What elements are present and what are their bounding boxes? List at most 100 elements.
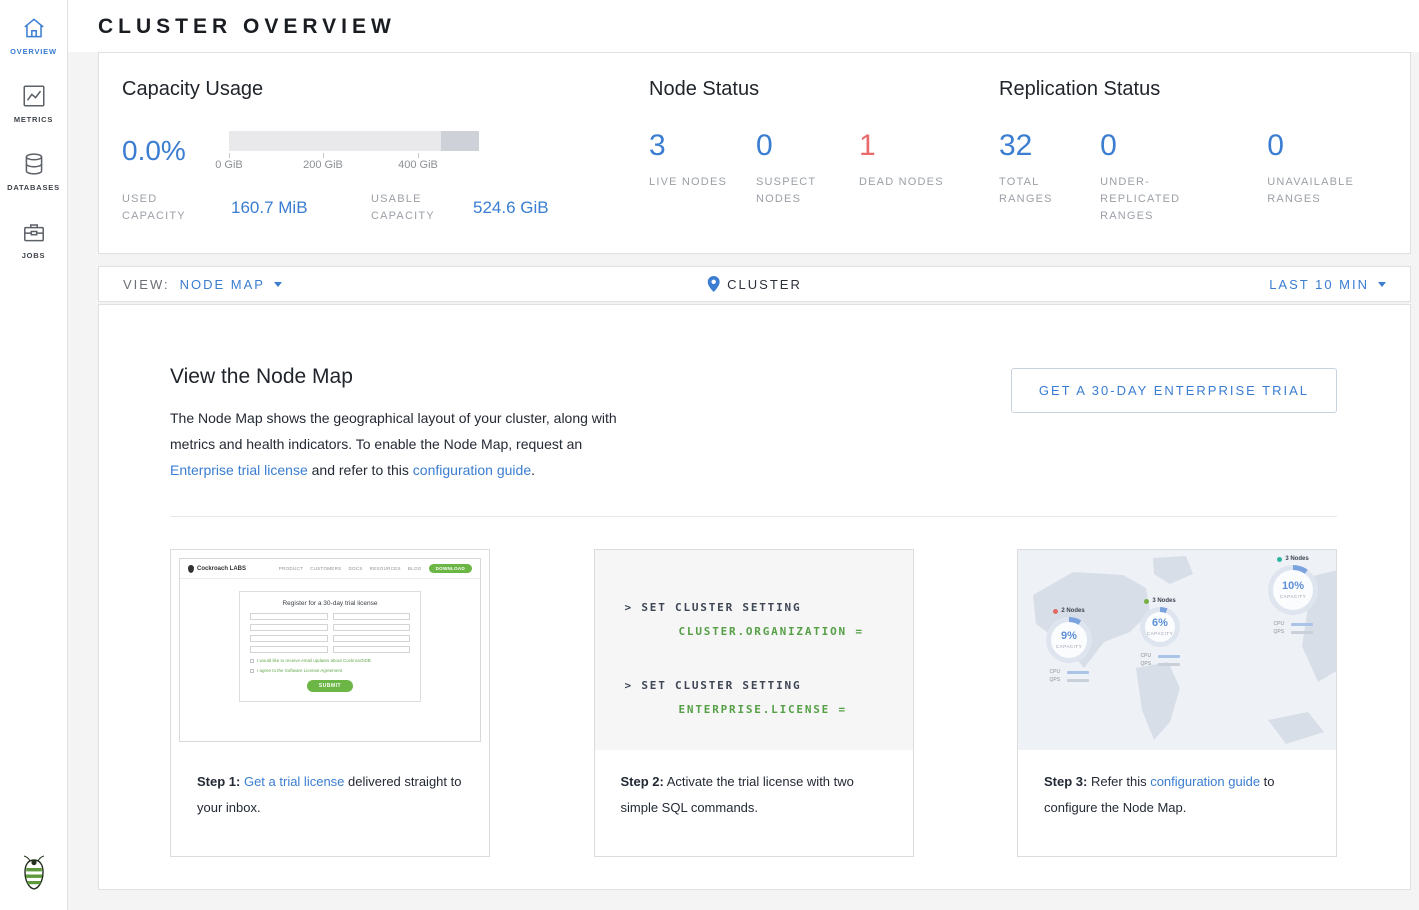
get-trial-license-link[interactable]: Get a trial license [244, 774, 344, 789]
step-2-label: Step 2: [621, 774, 664, 789]
thumb-registration-form: Register for a 30-day trial license I wo… [239, 591, 421, 702]
under-replicated-ranges-value: 0 [1100, 131, 1267, 161]
locality-mini-stats: CPU QPS [1141, 651, 1180, 667]
node-map-title: View the Node Map [170, 365, 648, 389]
thumb-input [333, 646, 411, 653]
thumb-input [333, 635, 411, 642]
configuration-guide-link[interactable]: configuration guide [413, 462, 531, 478]
chevron-down-icon [1378, 282, 1386, 287]
sidebar-item-metrics[interactable]: METRICS [0, 68, 67, 136]
thumb-nav-item: PRODUCT [279, 566, 303, 571]
locality-gauge: 2 Nodes 9% CAPACITY CPU QPS [1046, 608, 1092, 683]
registration-page-thumbnail: Cockroach LABS PRODUCT CUSTOMERS DOCS RE… [179, 558, 481, 742]
thumb-checkbox-row: I would like to receive email updates ab… [250, 658, 410, 663]
thumb-download-button: DOWNLOAD [429, 564, 472, 573]
locality-dot-icon [1144, 599, 1149, 604]
configuration-guide-link[interactable]: configuration guide [1150, 774, 1260, 789]
step-3-text: Refer this [1087, 774, 1150, 789]
enterprise-trial-license-link[interactable]: Enterprise trial license [170, 462, 308, 478]
sidebar-item-label: DATABASES [0, 183, 67, 192]
unavailable-ranges-stat: 0 UNAVAILABLE RANGES [1267, 131, 1390, 225]
capacity-usage-title: Capacity Usage [122, 78, 649, 101]
locality-mini-stats: CPU QPS [1274, 619, 1313, 635]
capacity-bar-chart: 0 GiB 200 GiB 400 GiB [229, 131, 479, 173]
node-status-title: Node Status [649, 78, 999, 101]
capacity-bar-segment [441, 131, 479, 151]
locality-node-count: 3 Nodes [1277, 556, 1308, 562]
total-ranges-stat: 32 TOTAL RANGES [999, 131, 1100, 225]
node-map-thumbnail: 2 Nodes 9% CAPACITY CPU QPS [1018, 550, 1336, 750]
axis-tick-label: 400 GiB [398, 159, 438, 171]
sidebar: OVERVIEW METRICS DATABASES JOBS [0, 0, 68, 910]
step-3-caption: Step 3: Refer this configuration guide t… [1018, 750, 1336, 821]
suspect-nodes-value: 0 [756, 131, 859, 161]
time-range-dropdown[interactable]: LAST 10 MIN [1269, 277, 1386, 292]
dead-nodes-label: DEAD NODES [859, 174, 958, 191]
thumb-input [333, 613, 411, 620]
usable-capacity-value: 524.6 GiB [473, 198, 549, 218]
thumb-submit-button: SUBMIT [307, 680, 353, 692]
thumb-checkbox-row: I agree to the Software License Agreemen… [250, 668, 410, 673]
location-pin-icon [707, 276, 719, 292]
capacity-axis-labels: 0 GiB 200 GiB 400 GiB [229, 159, 479, 173]
step-1-thumbnail: Cockroach LABS PRODUCT CUSTOMERS DOCS RE… [171, 550, 489, 750]
step-2-caption: Step 2: Activate the trial license with … [595, 750, 913, 821]
sql-setting: CLUSTER.ORGANIZATION = [625, 620, 913, 644]
cockroach-logo [0, 855, 67, 896]
view-selector-dropdown[interactable]: NODE MAP [180, 277, 282, 292]
thumb-input [333, 624, 411, 631]
sql-prompt: > SET CLUSTER SETTING [625, 674, 913, 698]
tick-mark [323, 153, 324, 158]
live-nodes-value: 3 [649, 131, 756, 161]
thumb-input [250, 624, 328, 631]
view-selector-value: NODE MAP [180, 277, 265, 292]
locality-node-count: 2 Nodes [1053, 608, 1084, 614]
metrics-icon [0, 83, 67, 111]
axis-tick-label: 0 GiB [215, 159, 243, 171]
capacity-axis-ticks [229, 151, 479, 159]
total-ranges-value: 32 [999, 131, 1100, 161]
cluster-breadcrumb-label: CLUSTER [727, 277, 802, 292]
page-header: CLUSTER OVERVIEW [68, 0, 1419, 52]
sql-prompt: > SET CLUSTER SETTING [625, 596, 913, 620]
locality-mini-stats: CPU QPS [1050, 667, 1089, 683]
node-map-panel: View the Node Map The Node Map shows the… [98, 304, 1411, 890]
tick-mark [229, 153, 230, 158]
page-title: CLUSTER OVERVIEW [98, 15, 1411, 39]
locality-gauge: 3 Nodes 10% CAPACITY CPU QPS [1268, 556, 1318, 635]
live-nodes-label: LIVE NODES [649, 174, 756, 191]
home-icon [0, 15, 67, 43]
view-bar: VIEW: NODE MAP CLUSTER LAST 10 MIN [98, 266, 1411, 302]
step-3-node-map-preview: 2 Nodes 9% CAPACITY CPU QPS [1018, 550, 1336, 750]
sidebar-item-databases[interactable]: DATABASES [0, 136, 67, 204]
locality-dot-icon [1277, 557, 1282, 562]
jobs-icon [0, 219, 67, 247]
capacity-gauge: 9% CAPACITY [1046, 617, 1092, 663]
thumb-input [250, 613, 328, 620]
databases-icon [0, 151, 67, 179]
sidebar-item-jobs[interactable]: JOBS [0, 204, 67, 272]
suspect-nodes-label: SUSPECT NODES [756, 174, 859, 208]
sidebar-item-label: OVERVIEW [0, 47, 67, 56]
sidebar-item-label: JOBS [0, 251, 67, 260]
step-2-code-snippet: > SET CLUSTER SETTING CLUSTER.ORGANIZATI… [595, 550, 913, 750]
sidebar-item-overview[interactable]: OVERVIEW [0, 0, 67, 68]
step-3-label: Step 3: [1044, 774, 1087, 789]
description-text: . [531, 462, 535, 478]
thumb-nav-item: CUSTOMERS [310, 566, 341, 571]
node-status-section: Node Status 3 LIVE NODES 0 SUSPECT NODES… [649, 78, 999, 225]
thumb-nav-item: DOCS [348, 566, 362, 571]
replication-status-section: Replication Status 32 TOTAL RANGES 0 UND… [999, 78, 1390, 225]
dead-nodes-value: 1 [859, 131, 958, 161]
capacity-gauge: 6% CAPACITY [1140, 607, 1180, 647]
chevron-down-icon [274, 282, 282, 287]
main-content: CLUSTER OVERVIEW Capacity Usage 0.0% [68, 0, 1419, 902]
thumb-brand: Cockroach LABS [188, 565, 246, 573]
enterprise-trial-button[interactable]: GET A 30-DAY ENTERPRISE TRIAL [1011, 368, 1337, 413]
description-text: and refer to this [308, 462, 413, 478]
step-1-card: Cockroach LABS PRODUCT CUSTOMERS DOCS RE… [170, 549, 490, 857]
sql-setting: ENTERPRISE.LICENSE = [625, 698, 913, 722]
cockroach-mini-logo-icon [188, 565, 194, 573]
tick-mark [418, 153, 419, 158]
thumb-form-title: Register for a 30-day trial license [250, 600, 410, 607]
